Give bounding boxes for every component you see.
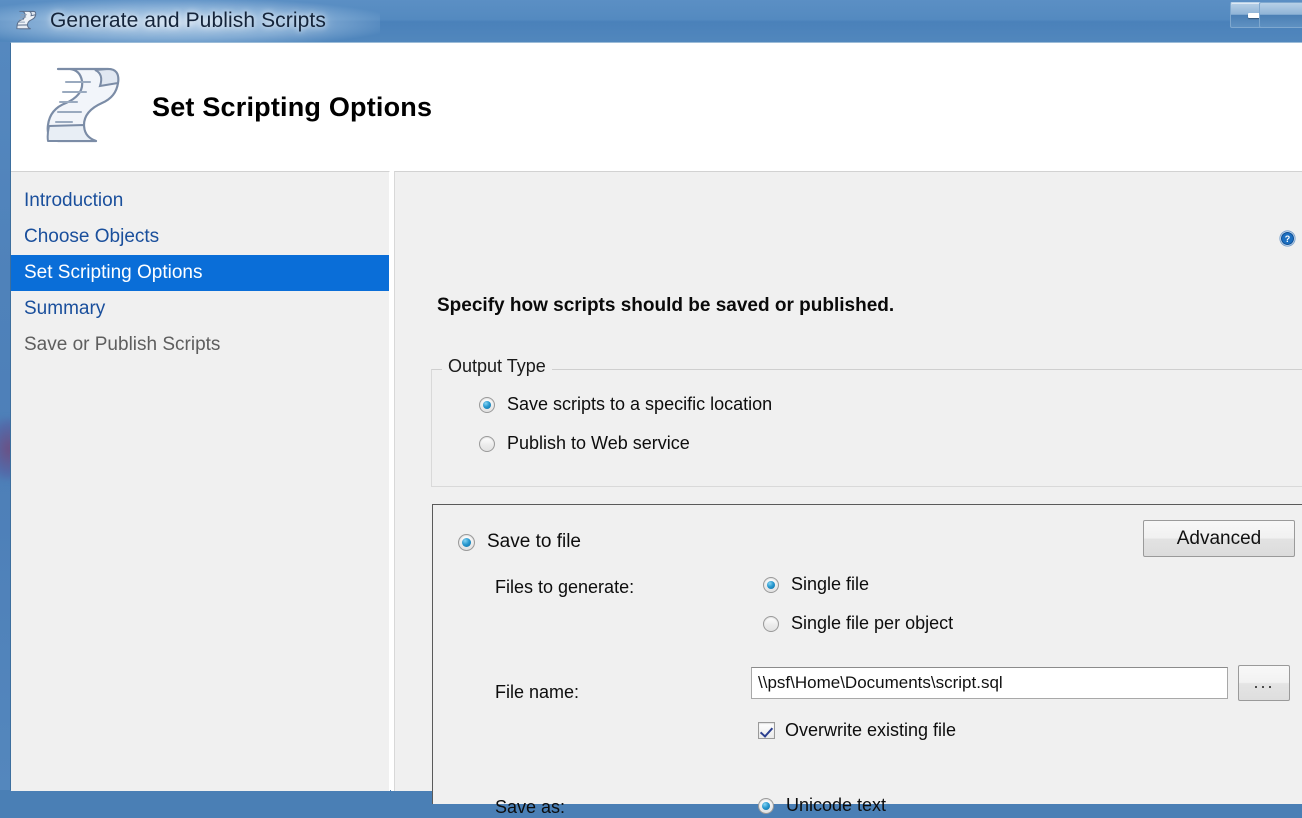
- radio-single-file-per-object[interactable]: Single file per object: [763, 613, 953, 634]
- radio-unicode-text[interactable]: Unicode text: [758, 795, 886, 816]
- radio-indicator: [763, 576, 779, 593]
- advanced-button-label: Advanced: [1176, 527, 1262, 549]
- radio-indicator: [763, 615, 779, 632]
- file-name-label: File name:: [495, 682, 580, 702]
- output-type-legend: Output Type: [442, 356, 552, 377]
- browse-button-label: ...: [1253, 672, 1275, 692]
- radio-indicator: [758, 797, 774, 814]
- radio-indicator: [479, 396, 495, 413]
- radio-save-scripts-to-location[interactable]: Save scripts to a specific location: [479, 394, 772, 415]
- window-body: Set Scripting Options Introduction Choos…: [10, 42, 1302, 817]
- generate-publish-scripts-window: Generate and Publish Scripts Set Scripti…: [0, 0, 1302, 817]
- page-banner: Set Scripting Options: [11, 43, 1302, 171]
- radio-label: Single file per object: [791, 613, 954, 633]
- checkbox-label: Overwrite existing file: [785, 720, 957, 740]
- checkbox-indicator: [758, 722, 775, 739]
- radio-label: Publish to Web service: [507, 433, 690, 453]
- output-type-group: Output Type Save scripts to a specific l…: [431, 356, 1302, 487]
- sidebar-item-label: Set Scripting Options: [24, 262, 203, 283]
- advanced-button[interactable]: Advanced: [1143, 520, 1295, 557]
- radio-save-to-file[interactable]: Save to file: [458, 531, 581, 553]
- help-circle-icon[interactable]: ?: [1279, 230, 1296, 247]
- restore-button[interactable]: [1259, 2, 1302, 28]
- sidebar-item-save-or-publish-scripts: Save or Publish Scripts: [11, 327, 389, 363]
- file-name-input[interactable]: \\psf\Home\Documents\script.sql: [751, 667, 1228, 699]
- browse-button[interactable]: ...: [1238, 665, 1290, 701]
- save-to-file-panel: Save to file Advanced Files to generate:…: [432, 504, 1302, 817]
- radio-label: Save scripts to a specific location: [507, 394, 773, 414]
- sidebar-item-choose-objects[interactable]: Choose Objects: [11, 219, 389, 255]
- sidebar-item-label: Summary: [24, 298, 106, 319]
- titlebar-title-group: Generate and Publish Scripts: [14, 0, 326, 42]
- instruction-text: Specify how scripts should be saved or p…: [437, 295, 895, 316]
- script-scroll-icon: [14, 8, 39, 34]
- radio-single-file[interactable]: Single file: [763, 574, 869, 595]
- sidebar-item-set-scripting-options[interactable]: Set Scripting Options: [11, 255, 389, 291]
- radio-indicator: [479, 435, 495, 452]
- content-area: Introduction Choose Objects Set Scriptin…: [11, 171, 1302, 817]
- radio-label: Unicode text: [786, 795, 887, 815]
- wizard-steps-nav: Introduction Choose Objects Set Scriptin…: [11, 171, 390, 791]
- window-titlebar: Generate and Publish Scripts: [0, 0, 1302, 42]
- window-title: Generate and Publish Scripts: [50, 9, 326, 32]
- radio-publish-to-web-service[interactable]: Publish to Web service: [479, 433, 690, 454]
- overwrite-existing-file-checkbox[interactable]: Overwrite existing file: [758, 720, 956, 741]
- radio-indicator: [458, 533, 475, 551]
- sidebar-item-introduction[interactable]: Introduction: [11, 183, 389, 219]
- page-title: Set Scripting Options: [152, 91, 433, 122]
- radio-label: Save to file: [487, 531, 581, 552]
- sidebar-item-label: Introduction: [24, 190, 124, 211]
- save-as-label: Save as:: [495, 797, 566, 817]
- radio-label: Single file: [791, 574, 870, 594]
- svg-text:?: ?: [1285, 234, 1291, 244]
- script-scroll-icon: [36, 59, 130, 155]
- main-pane: ? Specify how scripts should be saved or…: [394, 171, 1302, 817]
- files-to-generate-label: Files to generate:: [495, 577, 635, 597]
- sidebar-item-label: Save or Publish Scripts: [24, 334, 221, 355]
- sidebar-item-summary[interactable]: Summary: [11, 291, 389, 327]
- sidebar-item-label: Choose Objects: [24, 226, 160, 247]
